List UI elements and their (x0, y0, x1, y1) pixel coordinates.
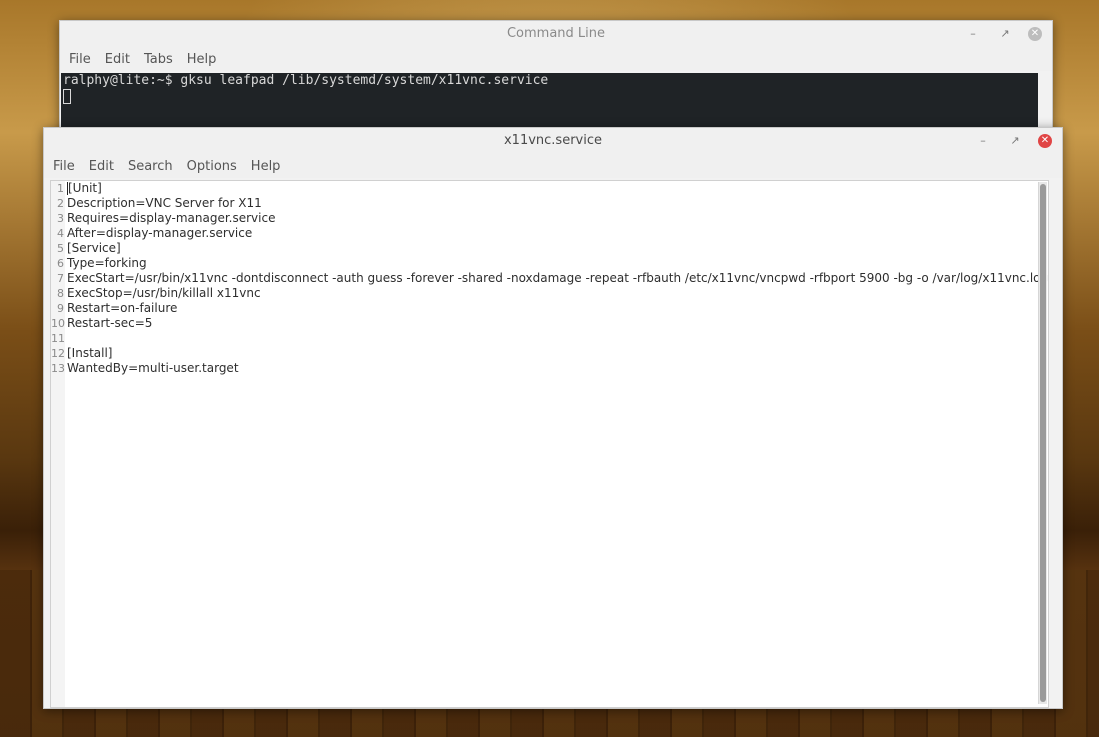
code-line: Restart=on-failure (67, 301, 178, 315)
code-line: ExecStart=/usr/bin/x11vnc -dontdisconnec… (67, 271, 1049, 285)
line-number-gutter: 1 2 3 4 5 6 7 8 9 10 11 12 13 (51, 181, 65, 707)
code-line: After=display-manager.service (67, 226, 253, 240)
line-number: 12 (51, 347, 65, 360)
code-line: [Service] (67, 241, 121, 255)
line-number: 10 (51, 317, 65, 330)
code-line-text: [Unit] (68, 181, 102, 195)
editor-window-controls: – ↗ ✕ (974, 128, 1052, 154)
terminal-command-line: ralphy@lite:~$ gksu leafpad /lib/systemd… (63, 73, 549, 88)
editor-window[interactable]: x11vnc.service – ↗ ✕ File Edit Search Op… (43, 127, 1063, 709)
editor-menu-options[interactable]: Options (182, 159, 242, 174)
line-number: 7 (57, 272, 64, 285)
code-line: WantedBy=multi-user.target (67, 361, 239, 375)
terminal-titlebar[interactable]: Command Line – ↗ ✕ (60, 21, 1052, 47)
line-number: 11 (51, 332, 65, 345)
code-line: Type=forking (67, 256, 147, 270)
vertical-scrollbar[interactable] (1038, 182, 1047, 704)
line-number: 5 (57, 242, 64, 255)
editor-menu-search[interactable]: Search (123, 159, 178, 174)
code-line: ExecStop=/usr/bin/killall x11vnc (67, 286, 261, 300)
editor-title: x11vnc.service (503, 133, 602, 148)
code-line: [Install] (67, 346, 113, 360)
terminal-menu-help[interactable]: Help (182, 52, 222, 67)
code-line: Description=VNC Server for X11 (67, 196, 262, 210)
editor-content[interactable]: [Unit] Description=VNC Server for X11 Re… (67, 181, 1049, 707)
terminal-cursor (63, 89, 71, 104)
maximize-icon[interactable]: ↗ (1006, 132, 1024, 150)
editor-titlebar[interactable]: x11vnc.service – ↗ ✕ (44, 128, 1062, 154)
terminal-window[interactable]: Command Line – ↗ ✕ File Edit Tabs Help r… (59, 20, 1053, 143)
minimize-icon[interactable]: – (964, 25, 982, 43)
line-number: 8 (57, 287, 64, 300)
code-line: Restart-sec=5 (67, 316, 153, 330)
minimize-icon[interactable]: – (974, 132, 992, 150)
close-icon[interactable]: ✕ (1028, 27, 1042, 41)
terminal-menu-edit[interactable]: Edit (100, 52, 135, 67)
code-line: Requires=display-manager.service (67, 211, 276, 225)
line-number: 4 (57, 227, 64, 240)
editor-menu-help[interactable]: Help (246, 159, 286, 174)
line-number: 9 (57, 302, 64, 315)
scrollbar-thumb[interactable] (1040, 184, 1046, 702)
line-number: 1 (57, 182, 64, 195)
close-icon[interactable]: ✕ (1038, 134, 1052, 148)
code-line: [Unit] (67, 181, 1034, 196)
line-number: 2 (57, 197, 64, 210)
maximize-icon[interactable]: ↗ (996, 25, 1014, 43)
editor-menu-file[interactable]: File (48, 159, 80, 174)
terminal-menu-file[interactable]: File (64, 52, 96, 67)
line-number: 3 (57, 212, 64, 225)
line-number: 6 (57, 257, 64, 270)
terminal-title: Command Line (506, 26, 606, 41)
editor-text-area[interactable]: 1 2 3 4 5 6 7 8 9 10 11 12 13 [Unit] Des… (50, 180, 1049, 708)
terminal-menu-tabs[interactable]: Tabs (139, 52, 178, 67)
line-number: 13 (51, 362, 65, 375)
editor-menubar: File Edit Search Options Help (44, 154, 1062, 178)
terminal-menubar: File Edit Tabs Help (60, 47, 1052, 71)
editor-menu-edit[interactable]: Edit (84, 159, 119, 174)
terminal-window-controls: – ↗ ✕ (964, 21, 1042, 47)
